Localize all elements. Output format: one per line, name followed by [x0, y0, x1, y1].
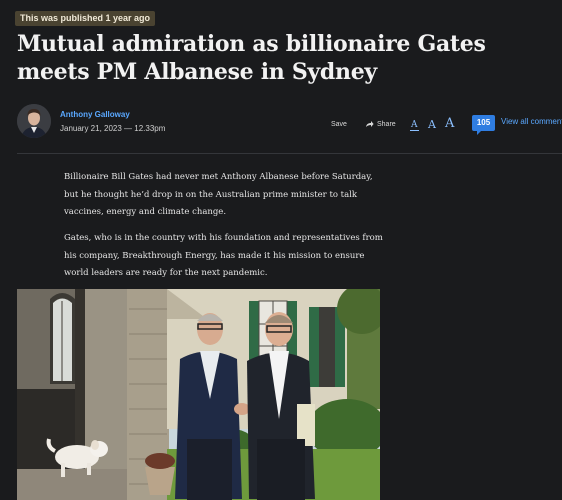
publish-date: January 21, 2023 — 12.33pm [60, 124, 166, 133]
article-photo [17, 289, 380, 500]
share-label: Share [377, 120, 396, 128]
published-age-badge: This was published 1 year ago [15, 11, 156, 26]
share-arrow-icon [366, 121, 374, 127]
comment-count-badge[interactable]: 105 [472, 115, 495, 135]
font-size-small-button[interactable]: A [410, 120, 418, 131]
author-avatar[interactable] [17, 104, 51, 138]
font-size-large-button[interactable]: A [445, 116, 454, 131]
view-comments-link[interactable]: View all comments [501, 117, 562, 126]
share-button[interactable]: Share [365, 120, 396, 128]
article-headline: Mutual admiration as billionaire Gates m… [17, 31, 486, 85]
author-name-link[interactable]: Anthony Galloway [60, 110, 130, 119]
save-button[interactable]: Save [331, 121, 347, 128]
divider [17, 153, 562, 154]
article-paragraph: Gates, who is in the country with his fo… [64, 233, 383, 278]
font-size-medium-button[interactable]: A [428, 118, 436, 131]
byline: Anthony Galloway January 21, 2023 — 12.3… [17, 104, 562, 140]
article-paragraph: Billionaire Bill Gates had never met Ant… [64, 172, 373, 217]
